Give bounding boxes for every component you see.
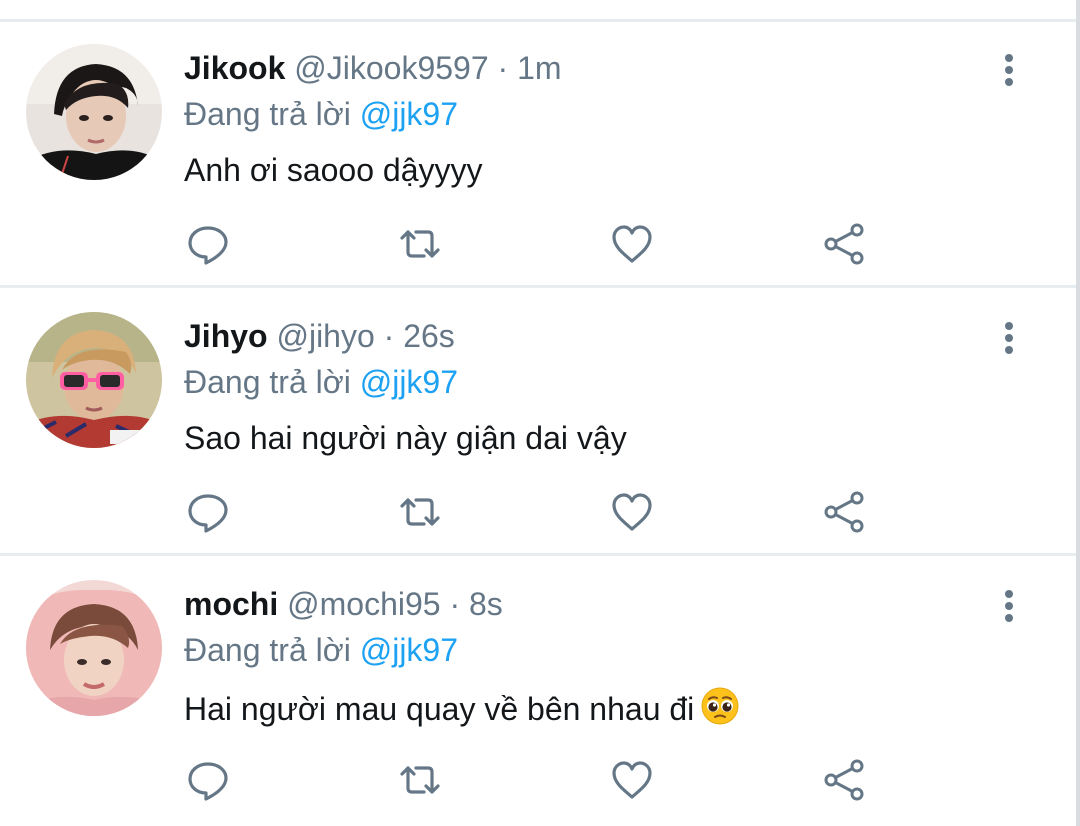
timestamp[interactable]: 8s xyxy=(469,586,503,622)
like-icon[interactable] xyxy=(608,220,656,268)
tweet-text: Anh ơi saooo dậyyyy xyxy=(184,150,482,190)
tweet-text: Sao hai người này giận dai vậy xyxy=(184,418,627,458)
reply-icon[interactable] xyxy=(184,220,232,268)
author-handle[interactable]: @Jikook9597 xyxy=(294,50,488,86)
mention-link[interactable]: @jjk97 xyxy=(360,96,458,132)
more-options-icon[interactable] xyxy=(994,586,1024,626)
reply-icon[interactable] xyxy=(184,488,232,536)
mention-link[interactable]: @jjk97 xyxy=(360,632,458,668)
retweet-icon[interactable] xyxy=(396,488,444,536)
avatar[interactable] xyxy=(26,44,162,180)
tweet-item[interactable]: Jihyo @jihyo · 26s Đang trả lời @jjk97 S… xyxy=(0,290,1076,556)
reply-prefix: Đang trả lời xyxy=(184,96,351,132)
action-bar xyxy=(0,220,1076,268)
separator: · xyxy=(383,318,395,354)
tweet-item[interactable]: mochi @mochi95 · 8s Đang trả lời @jjk97 … xyxy=(0,558,1076,824)
tweet-text-content: Sao hai người này giận dai vậy xyxy=(184,420,627,456)
reply-context: Đang trả lời @jjk97 xyxy=(184,630,458,670)
reply-icon[interactable] xyxy=(184,756,232,804)
more-options-icon[interactable] xyxy=(994,318,1024,358)
reply-context: Đang trả lời @jjk97 xyxy=(184,94,458,134)
author-handle[interactable]: @jihyo xyxy=(276,318,374,354)
retweet-icon[interactable] xyxy=(396,756,444,804)
separator: · xyxy=(497,50,509,86)
reply-prefix: Đang trả lời xyxy=(184,364,351,400)
divider xyxy=(0,553,1076,556)
like-icon[interactable] xyxy=(608,756,656,804)
separator: · xyxy=(449,586,461,622)
timestamp[interactable]: 26s xyxy=(403,318,455,354)
pleading-face-emoji xyxy=(700,686,740,726)
tweet-item[interactable]: Jikook @Jikook9597 · 1m Đang trả lời @jj… xyxy=(0,22,1076,288)
share-icon[interactable] xyxy=(820,488,868,536)
author-name[interactable]: Jikook xyxy=(184,50,285,86)
mention-link[interactable]: @jjk97 xyxy=(360,364,458,400)
action-bar xyxy=(0,756,1076,804)
share-icon[interactable] xyxy=(820,756,868,804)
window-edge xyxy=(1076,0,1080,826)
avatar[interactable] xyxy=(26,312,162,448)
share-icon[interactable] xyxy=(820,220,868,268)
author-name[interactable]: Jihyo xyxy=(184,318,268,354)
tweet-text-content: Hai người mau quay về bên nhau đi xyxy=(184,691,695,727)
author-name[interactable]: mochi xyxy=(184,586,278,622)
author-handle[interactable]: @mochi95 xyxy=(287,586,440,622)
tweet-header: Jikook @Jikook9597 · 1m xyxy=(184,48,562,88)
action-bar xyxy=(0,488,1076,536)
divider xyxy=(0,285,1076,288)
timestamp[interactable]: 1m xyxy=(517,50,561,86)
more-options-icon[interactable] xyxy=(994,50,1024,90)
avatar[interactable] xyxy=(26,580,162,716)
reply-prefix: Đang trả lời xyxy=(184,632,351,668)
tweet-text-content: Anh ơi saooo dậyyyy xyxy=(184,152,483,188)
retweet-icon[interactable] xyxy=(396,220,444,268)
tweet-header: mochi @mochi95 · 8s xyxy=(184,584,503,624)
reply-context: Đang trả lời @jjk97 xyxy=(184,362,458,402)
tweet-header: Jihyo @jihyo · 26s xyxy=(184,316,455,356)
tweet-text: Hai người mau quay về bên nhau đi xyxy=(184,686,740,729)
like-icon[interactable] xyxy=(608,488,656,536)
